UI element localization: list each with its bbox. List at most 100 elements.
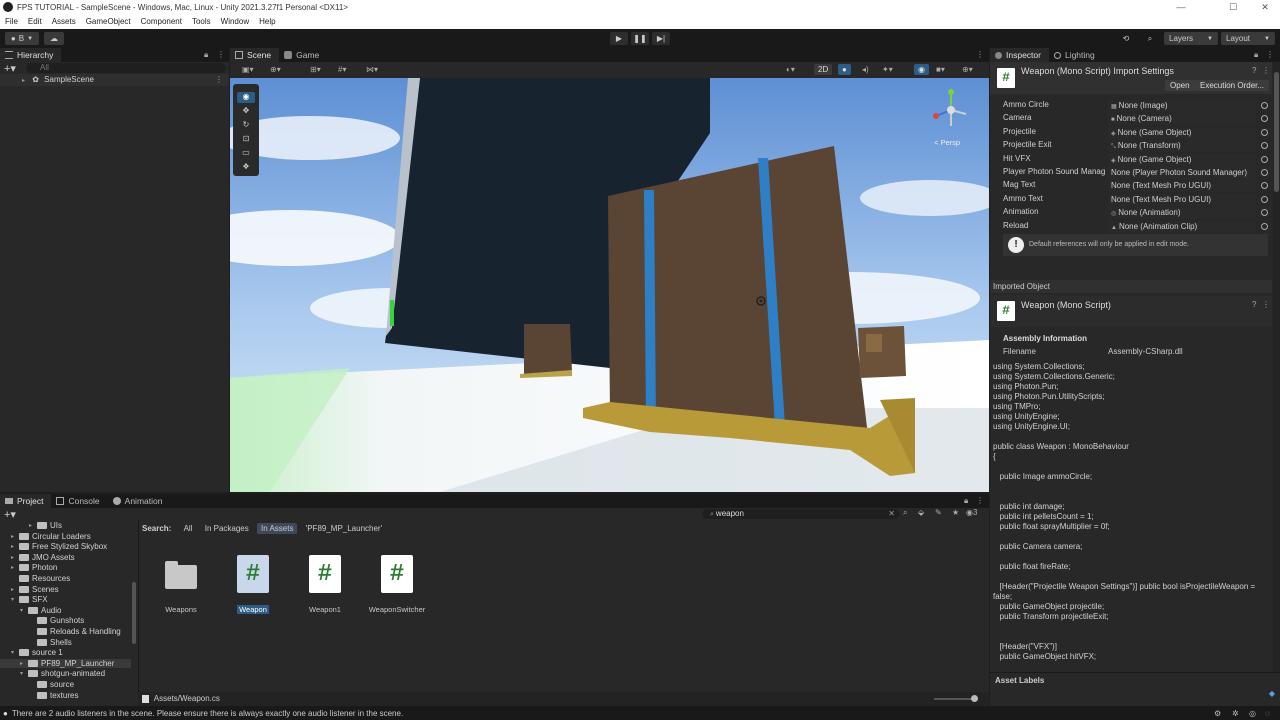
pause-button[interactable]: ❚❚ (631, 32, 649, 45)
menu-help[interactable]: Help (254, 17, 280, 26)
folder-tree-item[interactable]: ▾ source 1 (11, 648, 63, 657)
expand-arrow-icon[interactable]: ▸ (11, 554, 19, 561)
search-button[interactable]: ⌕ (1141, 32, 1159, 45)
menu-component[interactable]: Component (136, 17, 187, 26)
help-icon[interactable]: ? (1252, 66, 1256, 75)
search-by-type-icon[interactable]: ⌕ (903, 508, 907, 518)
object-picker-icon[interactable] (1261, 182, 1268, 190)
step-button[interactable]: ▶| (652, 32, 670, 45)
minimize-icon[interactable]: — (1166, 0, 1196, 14)
icon-size-slider[interactable] (934, 695, 978, 702)
kebab-menu-icon[interactable]: ⋮ (217, 50, 225, 59)
folder-tree-item[interactable]: ▸ Circular Loaders (11, 532, 91, 541)
object-picker-icon[interactable] (1261, 209, 1268, 217)
filter-in-assets[interactable]: In Assets (256, 523, 298, 534)
folder-tree-item[interactable]: ▸ Free Stylized Skybox (11, 542, 107, 551)
object-field[interactable]: ■ None (Camera) (1108, 113, 1256, 126)
close-icon[interactable]: ✕ (1250, 0, 1280, 14)
camera-icon[interactable]: ■▾ (936, 65, 945, 74)
shading-icon[interactable]: ◐▾ (786, 65, 795, 74)
tab-scene[interactable]: Scene (230, 48, 280, 62)
object-field[interactable]: ◎ None (Animation) (1108, 207, 1256, 220)
object-field[interactable]: ⤡ None (Transform) (1108, 140, 1256, 153)
expand-arrow-icon[interactable]: ▾ (11, 596, 19, 603)
menu-file[interactable]: File (0, 17, 23, 26)
folder-tree-item[interactable]: ▾ Audio (20, 606, 61, 615)
move-tool-icon[interactable]: ✥ (237, 106, 255, 117)
tab-console[interactable]: Console (51, 494, 107, 508)
perspective-label[interactable]: < Persp (934, 138, 960, 147)
folder-tree-item[interactable]: ▾ SFX (11, 595, 48, 604)
view-tool-icon[interactable]: ◉ (237, 92, 255, 103)
folder-tree-item[interactable]: ▾ shotgun-animated (20, 669, 105, 678)
debug-icon[interactable]: ✎ (935, 508, 942, 517)
inspector-scrollbar[interactable] (1273, 62, 1280, 672)
filter-in-packages[interactable]: In Packages (201, 523, 253, 534)
auto-refresh-icon[interactable]: ◎ (1249, 709, 1256, 718)
layers-dropdown[interactable]: Layers ▼ (1164, 32, 1218, 45)
tab-inspector[interactable]: Inspector (990, 48, 1049, 62)
tab-hierarchy[interactable]: Hierarchy (0, 48, 62, 62)
expand-arrow-icon[interactable]: ▸ (11, 543, 19, 550)
asset-item[interactable]: # WeaponSwitcher (367, 555, 427, 614)
object-field[interactable]: ▲ None (Animation Clip) (1108, 220, 1256, 233)
audio-icon[interactable]: ◂) (862, 65, 869, 74)
increment-snap-icon[interactable]: ⋈▾ (366, 65, 378, 74)
search-by-label-icon[interactable]: ⬙ (918, 508, 924, 517)
filter-all[interactable]: All (180, 523, 197, 534)
folder-tree-item[interactable]: ▸ UIs (29, 521, 62, 530)
asset-item[interactable]: Weapons (151, 555, 211, 614)
expand-arrow-icon[interactable]: ▸ (11, 533, 19, 540)
favorite-icon[interactable]: ★ (952, 508, 959, 517)
object-picker-icon[interactable] (1261, 128, 1268, 136)
folder-tree-item[interactable]: Shells (29, 638, 72, 647)
hidden-packages-icon[interactable]: ◉3 (966, 508, 977, 517)
scale-tool-icon[interactable]: ⊡ (237, 134, 255, 145)
menu-edit[interactable]: Edit (23, 17, 47, 26)
lock-icon[interactable]: 🔒︎ (1254, 50, 1258, 60)
kebab-menu-icon[interactable]: ⋮ (1266, 50, 1274, 59)
lighting-icon[interactable]: ● (838, 64, 851, 75)
folder-tree-item[interactable]: Reloads & Handling (29, 627, 121, 636)
menu-gameobject[interactable]: GameObject (81, 17, 136, 26)
tab-project[interactable]: Project (0, 494, 52, 508)
tree-scrollbar-thumb[interactable] (132, 582, 136, 644)
grid-icon[interactable]: #▾ (338, 65, 346, 74)
object-picker-icon[interactable] (1261, 115, 1268, 123)
transform-tool-icon[interactable]: ❖ (237, 162, 255, 173)
filter-folder[interactable]: 'PF89_MP_Launcher' (302, 523, 386, 534)
folder-tree-item[interactable]: ▸ PF89_MP_Launcher (0, 658, 131, 668)
rotate-tool-icon[interactable]: ↻ (237, 120, 255, 131)
status-message[interactable]: There are 2 audio listeners in the scene… (12, 709, 403, 718)
object-picker-icon[interactable] (1261, 142, 1268, 150)
open-button[interactable]: Open (1165, 80, 1195, 91)
object-field[interactable]: None (Player Photon Sound Manager) (1108, 167, 1256, 179)
icon-size-slider-handle[interactable] (971, 695, 978, 702)
expand-arrow-icon[interactable]: ▾ (20, 670, 28, 677)
notification-icon[interactable]: ◌ (1265, 709, 1270, 718)
layout-dropdown[interactable]: Layout ▼ (1221, 32, 1275, 45)
expand-arrow-icon[interactable]: ▸ (11, 586, 19, 593)
object-picker-icon[interactable] (1261, 195, 1268, 203)
orientation-gizmo[interactable]: < Persp (924, 88, 978, 147)
tree-scrollbar[interactable] (131, 520, 137, 704)
history-button[interactable]: ⟲ (1117, 32, 1135, 45)
kebab-menu-icon[interactable]: ⋮ (976, 496, 984, 505)
folder-tree-item[interactable]: Resources (11, 574, 70, 583)
asset-item[interactable]: # Weapon1 (295, 555, 355, 614)
effects-icon[interactable]: ✦▾ (882, 65, 893, 74)
account-button[interactable]: ● B ▼ (5, 32, 39, 45)
menu-window[interactable]: Window (216, 17, 254, 26)
kebab-menu-icon[interactable]: ⋮ (215, 74, 223, 86)
inspector-scrollbar-thumb[interactable] (1274, 72, 1279, 192)
asset-item[interactable]: # Weapon (223, 555, 283, 614)
object-picker-icon[interactable] (1261, 169, 1268, 176)
object-field[interactable]: ▦ None (Image) (1108, 100, 1256, 112)
play-button[interactable]: ▶ (610, 32, 628, 45)
execution-order-button[interactable]: Execution Order... (1195, 80, 1270, 91)
help-icon[interactable]: ? (1252, 300, 1256, 309)
menu-assets[interactable]: Assets (47, 17, 81, 26)
folder-tree-item[interactable]: ▸ Scenes (11, 585, 59, 594)
hierarchy-search-input[interactable]: All (26, 63, 226, 73)
gizmos-icon[interactable]: ⊕▾ (962, 65, 973, 74)
